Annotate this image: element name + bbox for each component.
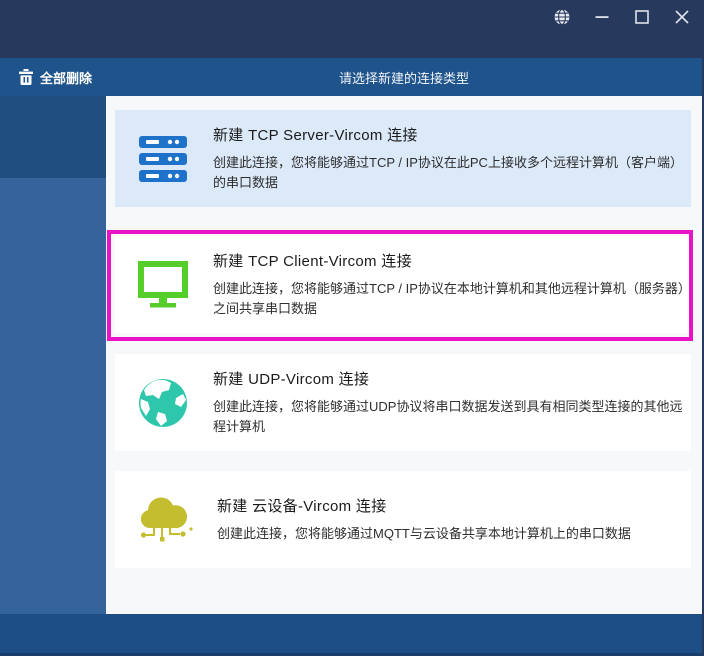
sidebar-selected-item[interactable] [0, 96, 106, 178]
minimize-icon [595, 16, 609, 18]
language-globe-icon [554, 9, 570, 25]
delete-all-button[interactable]: 全部删除 [19, 58, 92, 96]
card-title: 新建 UDP-Vircom 连接 [213, 371, 370, 388]
trash-icon [19, 69, 33, 85]
window-controls [542, 4, 702, 30]
connection-type-list: 新建 TCP Server-Vircom 连接 创建此连接，您将能够通过TCP … [106, 96, 702, 614]
card-cloud-device-vircom[interactable]: 新建 云设备-Vircom 连接 创建此连接，您将能够通过MQTT与云设备共享本… [115, 471, 691, 568]
card-tcp-client-vircom[interactable]: 新建 TCP Client-Vircom 连接 创建此连接，您将能够通过TCP … [115, 236, 689, 333]
app-window: 全部删除 请选择新建的连接类型 新建 TCP Server-Vircom 连接 … [0, 0, 704, 656]
close-icon [675, 10, 689, 24]
header-bar: 全部删除 请选择新建的连接类型 [0, 58, 702, 96]
card-title: 新建 TCP Client-Vircom 连接 [213, 253, 412, 270]
bottom-bar [0, 614, 702, 656]
title-bar [0, 0, 702, 58]
card-title: 新建 云设备-Vircom 连接 [217, 498, 387, 515]
minimize-button[interactable] [582, 4, 622, 30]
cloud-icon [137, 496, 193, 544]
card-description: 创建此连接，您将能够通过MQTT与云设备共享本地计算机上的串口数据 [217, 526, 631, 541]
card-description: 创建此连接，您将能够通过UDP协议将串口数据发送到具有相同类型连接的其他远程计算… [213, 399, 683, 434]
close-button[interactable] [662, 4, 702, 30]
maximize-icon [635, 10, 649, 24]
maximize-button[interactable] [622, 4, 662, 30]
body: 新建 TCP Server-Vircom 连接 创建此连接，您将能够通过TCP … [0, 96, 702, 614]
sidebar [0, 96, 106, 614]
page-title: 请选择新建的连接类型 [338, 70, 469, 86]
delete-all-label: 全部删除 [40, 70, 93, 86]
card-tcp-server-vircom[interactable]: 新建 TCP Server-Vircom 连接 创建此连接，您将能够通过TCP … [115, 110, 691, 207]
card-udp-vircom[interactable]: 新建 UDP-Vircom 连接 创建此连接，您将能够通过UDP协议将串口数据发… [115, 354, 691, 451]
monitor-icon [137, 261, 189, 308]
highlight-annotation-box: 新建 TCP Client-Vircom 连接 创建此连接，您将能够通过TCP … [107, 230, 693, 341]
globe-icon [137, 378, 189, 427]
card-description: 创建此连接，您将能够通过TCP / IP协议在此PC上接收多个远程计算机（客户端… [213, 155, 683, 190]
card-description: 创建此连接，您将能够通过TCP / IP协议在本地计算机和其他远程计算机（服务器… [213, 281, 685, 316]
language-globe-icon[interactable] [542, 4, 582, 30]
card-title: 新建 TCP Server-Vircom 连接 [213, 127, 418, 144]
server-icon [137, 135, 189, 182]
